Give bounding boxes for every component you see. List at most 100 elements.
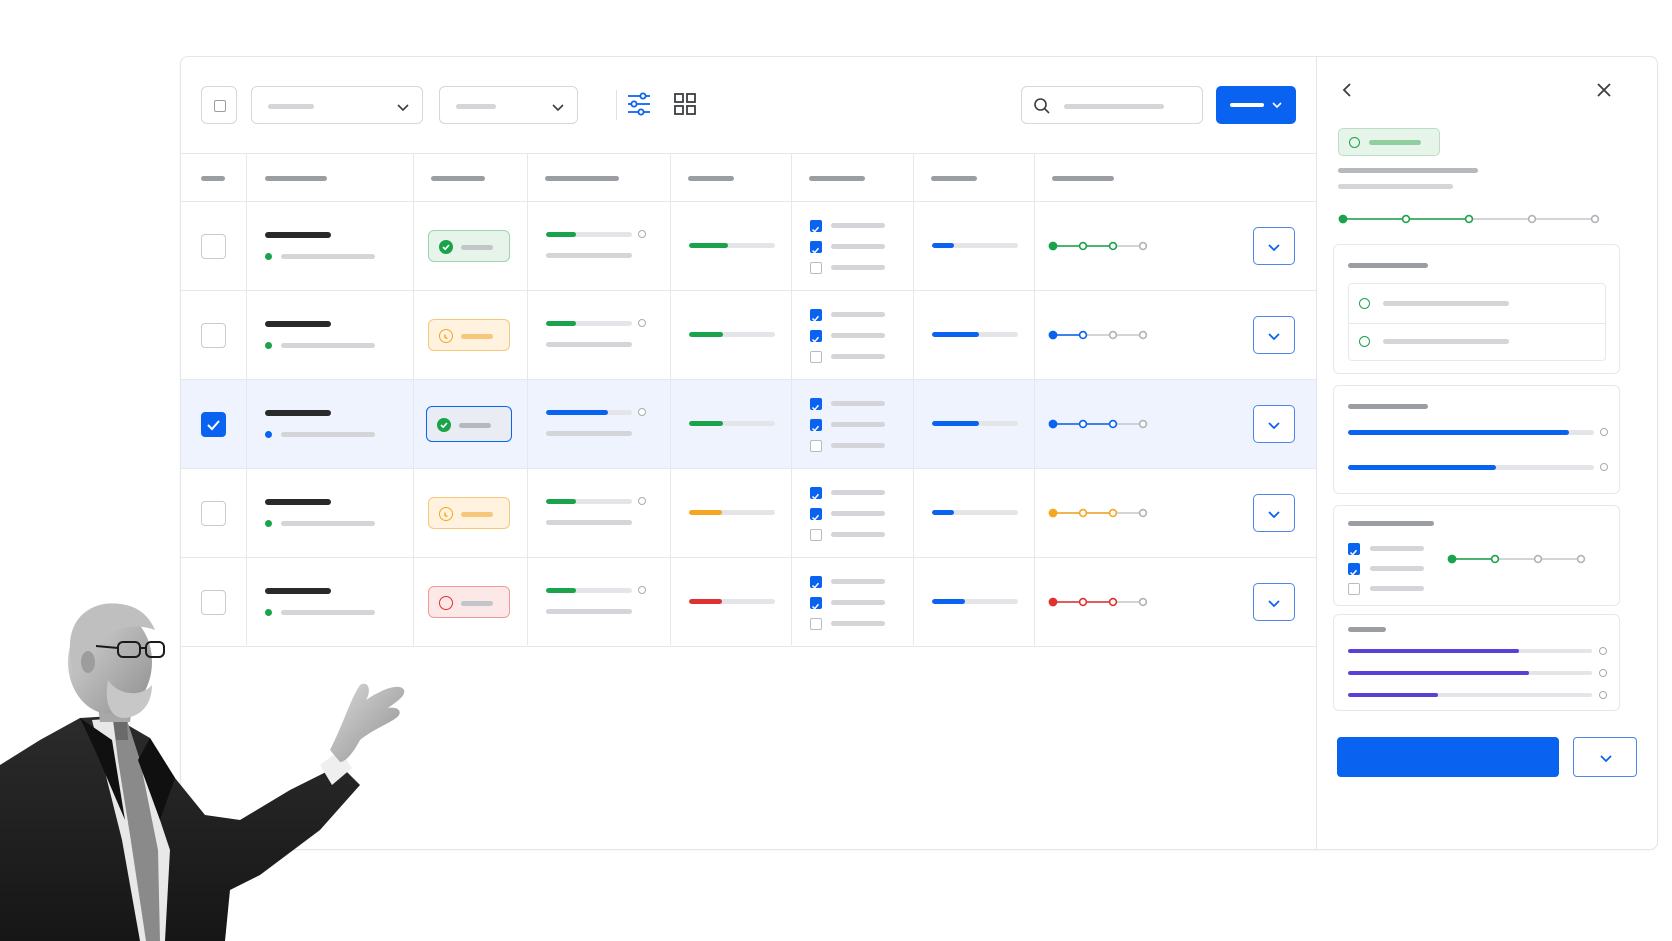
filter-dropdown-1[interactable] — [251, 86, 423, 124]
grid-view-icon[interactable] — [670, 89, 700, 119]
task-checkbox[interactable] — [810, 529, 822, 541]
chevron-down-icon — [1268, 244, 1280, 252]
task-checkbox[interactable] — [810, 241, 822, 254]
filter-sliders-icon[interactable] — [624, 89, 654, 119]
progress-fill — [689, 599, 722, 604]
primary-action-button[interactable] — [1216, 86, 1296, 124]
panel-stepper — [1338, 214, 1600, 224]
task-label — [831, 333, 885, 338]
card-title — [1348, 521, 1434, 526]
chevron-down-icon — [1268, 422, 1280, 430]
close-icon[interactable] — [1595, 81, 1613, 99]
status-badge — [1338, 128, 1440, 156]
progress-bar — [932, 421, 1018, 426]
row-checkbox[interactable] — [201, 234, 226, 259]
task-checkbox[interactable] — [1348, 543, 1360, 556]
progress-bar — [1348, 649, 1592, 653]
task-checkbox[interactable] — [810, 398, 822, 411]
progress-fill — [689, 510, 722, 515]
task-checkbox[interactable] — [810, 576, 822, 589]
task-label — [831, 223, 885, 228]
column-header — [688, 176, 734, 181]
table-row[interactable] — [181, 291, 1316, 380]
badge-label — [461, 245, 493, 250]
filter-dropdown-2[interactable] — [439, 86, 578, 124]
progress-end-marker — [1599, 691, 1607, 699]
stepper-node — [1108, 419, 1118, 429]
task-label — [831, 621, 885, 626]
task-label — [831, 244, 885, 249]
progress-fill — [546, 588, 577, 593]
status-badge[interactable] — [428, 230, 510, 262]
check-icon — [811, 514, 820, 521]
status-badge[interactable] — [428, 586, 510, 618]
check-circle-icon — [1349, 137, 1360, 148]
check-icon — [811, 336, 820, 343]
row-checkbox[interactable] — [201, 323, 226, 348]
task-checkbox[interactable] — [810, 351, 822, 363]
table-row[interactable] — [181, 469, 1316, 558]
stepper-node — [1048, 508, 1058, 518]
panel-primary-button[interactable] — [1337, 737, 1559, 777]
progress-end-marker — [638, 230, 646, 238]
task-label — [831, 579, 885, 584]
stepper-node — [1108, 330, 1118, 340]
stepper-node — [1108, 241, 1118, 251]
check-icon — [811, 603, 820, 610]
progress-end-marker — [638, 408, 646, 416]
progress-fill — [1348, 693, 1439, 697]
task-checkbox[interactable] — [1348, 563, 1360, 576]
search-input[interactable] — [1021, 86, 1203, 124]
stepper-node — [1576, 554, 1586, 564]
badge-label — [461, 601, 493, 606]
status-dot — [265, 431, 272, 438]
task-checkbox[interactable] — [810, 330, 822, 343]
presenter-photo — [0, 603, 405, 941]
progress-fill — [546, 232, 577, 237]
row-expand-button[interactable] — [1253, 405, 1295, 443]
progress-bar — [932, 510, 1018, 515]
progress-bar — [689, 421, 775, 426]
row-expand-button[interactable] — [1253, 227, 1295, 265]
row-expand-button[interactable] — [1253, 583, 1295, 621]
row-subtitle — [281, 521, 375, 526]
stepper-node — [1138, 330, 1148, 340]
progress-fill — [689, 243, 728, 248]
table-row[interactable] — [181, 202, 1316, 291]
row-expand-button[interactable] — [1253, 316, 1295, 354]
task-checkbox[interactable] — [810, 597, 822, 610]
status-badge[interactable] — [428, 319, 510, 351]
task-checkbox[interactable] — [810, 487, 822, 500]
row-stepper — [1048, 597, 1148, 607]
task-checkbox[interactable] — [1348, 583, 1360, 595]
progress-fill — [932, 332, 980, 337]
row-checkbox[interactable] — [201, 412, 226, 437]
column-divider — [527, 154, 528, 645]
progress-fill — [1348, 465, 1496, 470]
panel-expand-button[interactable] — [1573, 737, 1637, 777]
progress-bar — [689, 510, 775, 515]
task-checkbox[interactable] — [810, 309, 822, 322]
task-checkbox[interactable] — [810, 440, 822, 452]
select-all-checkbox[interactable] — [201, 86, 237, 124]
clock-icon — [439, 329, 453, 343]
task-checkbox[interactable] — [810, 220, 822, 233]
table-row[interactable] — [181, 380, 1316, 469]
stepper-node — [1447, 554, 1457, 564]
status-badge[interactable] — [428, 497, 510, 529]
status-badge[interactable] — [426, 406, 512, 442]
progress-bar — [1348, 693, 1592, 697]
task-checkbox[interactable] — [810, 262, 822, 274]
check-icon — [811, 582, 820, 589]
panel-title — [1338, 168, 1478, 173]
check-icon — [1349, 569, 1358, 576]
chevron-left-icon[interactable] — [1339, 81, 1355, 99]
row-checkbox[interactable] — [201, 501, 226, 526]
chevron-down-icon — [552, 104, 564, 112]
row-expand-button[interactable] — [1253, 494, 1295, 532]
progress-caption — [546, 609, 632, 614]
task-checkbox[interactable] — [810, 508, 822, 521]
task-checkbox[interactable] — [810, 618, 822, 630]
panel-subtitle — [1338, 184, 1453, 189]
task-checkbox[interactable] — [810, 419, 822, 432]
